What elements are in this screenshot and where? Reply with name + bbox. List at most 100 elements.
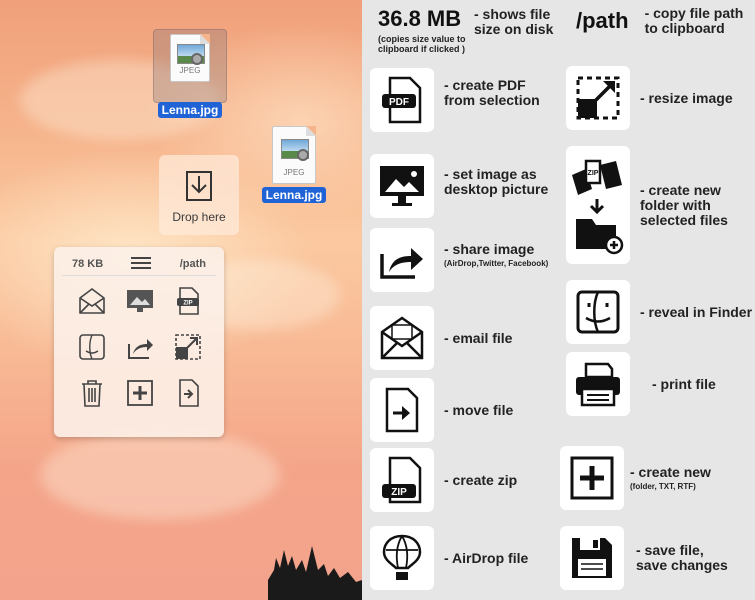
envelope-icon <box>380 316 424 360</box>
finder-button[interactable] <box>68 331 116 363</box>
legend-email: - email file <box>370 306 512 370</box>
zip-file-icon: ZIP <box>177 287 199 315</box>
envelope-icon <box>79 288 105 314</box>
newfolder-description: - create new folder with selected files <box>640 181 728 228</box>
set-desktop-button[interactable] <box>116 285 164 317</box>
path-legend: /path - copy file path to clipboard <box>576 6 751 36</box>
move-button[interactable] <box>164 377 212 409</box>
desktop: JPEG Lenna.jpg JPEG Lenna.jpg Drop here … <box>0 0 362 600</box>
legend-finder: - reveal in Finder <box>566 280 752 344</box>
size-description: - shows file size on disk <box>474 6 554 37</box>
jpeg-file-icon: JPEG <box>170 34 210 82</box>
share-tile <box>370 228 434 292</box>
cloud <box>40 430 280 520</box>
airdrop-tile <box>370 526 434 590</box>
file-type-label: JPEG <box>283 168 305 177</box>
share-label: - share image <box>444 240 535 257</box>
plus-box-icon <box>570 456 614 500</box>
finder-tile <box>566 280 630 344</box>
files-to-folder-icon: ZIP <box>572 159 624 255</box>
action-panel: 78 KB /path ZIP <box>54 247 224 437</box>
trash-icon <box>82 380 102 407</box>
file-type-label: JPEG <box>179 66 201 75</box>
print-description: - print file <box>652 375 716 392</box>
finder-description: - reveal in Finder <box>640 303 753 320</box>
share-arrow-icon <box>128 339 153 359</box>
panel-path-label[interactable]: /path <box>180 258 206 270</box>
printer-icon <box>576 362 620 407</box>
pdf-tile: PDF <box>370 68 434 132</box>
desktop-file-lenna-selected[interactable]: JPEG Lenna.jpg <box>150 34 230 118</box>
zip-tile: ZIP <box>370 448 434 512</box>
hamburger-menu-icon[interactable] <box>131 256 152 272</box>
feature-legend: 36.8 MB (copies size value to clipboard … <box>362 0 755 600</box>
resize-icon <box>175 334 201 360</box>
floppy-disk-icon <box>572 538 612 578</box>
share-arrow-icon <box>380 248 423 279</box>
share-description: - share image (AirDrop,Twitter, Facebook… <box>444 240 549 269</box>
jpeg-file-icon: JPEG <box>272 126 316 184</box>
resize-icon <box>576 76 620 120</box>
zip-button[interactable]: ZIP <box>164 285 212 317</box>
zip-file-icon: ZIP <box>382 456 422 504</box>
monitor-image-icon <box>380 166 424 206</box>
panel-header: 78 KB /path <box>62 253 216 276</box>
email-description: - email file <box>444 329 513 346</box>
legend-print: - print file <box>566 352 716 416</box>
file-name-label: Lenna.jpg <box>157 102 223 118</box>
createnew-label: - create new <box>630 463 711 480</box>
move-description: - move file <box>444 401 514 418</box>
create-new-button[interactable] <box>116 377 164 409</box>
createnew-note: (folder, TXT, RTF) <box>630 481 696 491</box>
share-note: (AirDrop,Twitter, Facebook) <box>444 258 549 268</box>
legend-newfolder: ZIP - create new folder with selected fi… <box>566 146 750 264</box>
path-description: - copy file path to clipboard <box>644 5 744 36</box>
airdrop-balloon-icon <box>382 534 422 580</box>
zip-description: - create zip <box>444 471 518 488</box>
legend-airdrop: - AirDrop file <box>370 526 528 590</box>
size-value: 36.8 MB <box>378 6 462 31</box>
resize-button[interactable] <box>164 331 212 363</box>
legend-desktop: - set image as desktop picture <box>370 154 562 218</box>
finder-icon <box>576 290 620 334</box>
legend-save: - save file, save changes <box>560 526 736 590</box>
desktop-description: - set image as desktop picture <box>444 166 549 197</box>
createnew-tile <box>560 446 624 510</box>
size-legend: 36.8 MB (copies size value to clipboard … <box>378 6 554 54</box>
panel-size-label[interactable]: 78 KB <box>72 258 103 270</box>
move-file-icon <box>385 387 419 433</box>
file-name-label: Lenna.jpg <box>261 187 327 203</box>
monitor-image-icon <box>127 290 153 312</box>
drop-zone[interactable]: Drop here <box>159 155 239 235</box>
airdrop-description: - AirDrop file <box>444 549 529 566</box>
zip-tag: ZIP <box>391 487 407 498</box>
pdf-tag: PDF <box>389 97 409 108</box>
move-file-icon <box>179 379 199 407</box>
pdf-file-icon: PDF <box>382 76 422 124</box>
size-note: (copies size value to clipboard if click… <box>378 34 466 54</box>
drop-zone-label: Drop here <box>172 210 226 224</box>
legend-zip: ZIP - create zip <box>370 448 517 512</box>
path-value: /path <box>576 8 629 33</box>
move-tile <box>370 378 434 442</box>
plus-box-icon <box>127 380 153 406</box>
trash-button[interactable] <box>68 377 116 409</box>
email-tile <box>370 306 434 370</box>
legend-resize: - resize image <box>566 66 733 130</box>
legend-move: - move file <box>370 378 513 442</box>
svg-text:ZIP: ZIP <box>588 170 599 177</box>
legend-createnew: - create new (folder, TXT, RTF) <box>560 446 711 510</box>
resize-tile <box>566 66 630 130</box>
createnew-description: - create new (folder, TXT, RTF) <box>630 463 711 492</box>
svg-text:ZIP: ZIP <box>183 301 192 307</box>
desktop-file-lenna-dragged[interactable]: JPEG Lenna.jpg <box>256 126 332 203</box>
legend-share: - share image (AirDrop,Twitter, Facebook… <box>370 228 548 292</box>
save-description: - save file, save changes <box>636 542 728 573</box>
email-button[interactable] <box>68 285 116 317</box>
pdf-description: - create PDF from selection <box>444 77 540 108</box>
legend-pdf: PDF - create PDF from selection <box>370 68 554 132</box>
desktop-tile <box>370 154 434 218</box>
share-button[interactable] <box>116 331 164 363</box>
drop-tray-icon <box>186 171 212 201</box>
resize-description: - resize image <box>640 89 733 106</box>
